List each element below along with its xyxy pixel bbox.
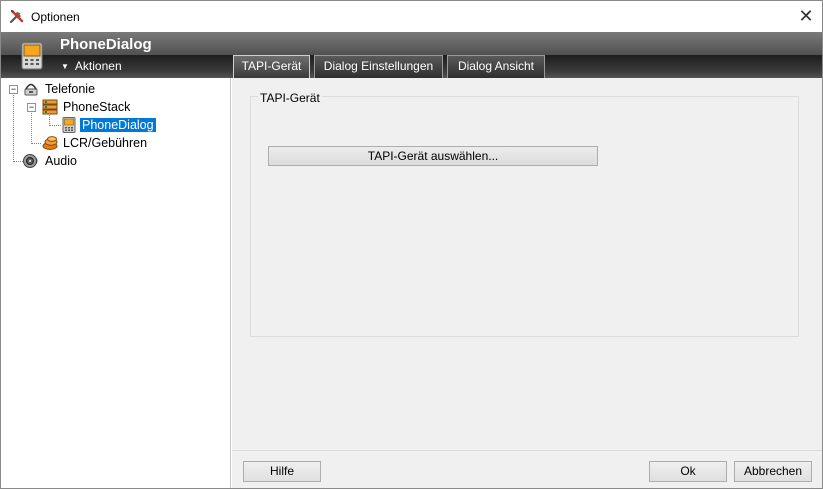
groupbox-title: TAPI-Gerät — [258, 91, 322, 105]
phonedialog-app-icon — [21, 42, 43, 70]
tree-item-label: Telefonie — [45, 82, 96, 96]
tree-item-telefonie[interactable]: Telefonie — [43, 81, 97, 97]
tree-item-label: LCR/Gebühren — [63, 136, 148, 150]
expand-toggle-phonestack[interactable]: − — [27, 103, 36, 112]
phonedialog-icon — [62, 117, 76, 133]
phonestack-icon — [42, 99, 58, 115]
actions-menu[interactable]: ▼ Aktionen — [61, 59, 122, 73]
tree-item-audio[interactable]: Audio — [43, 153, 79, 169]
speaker-icon — [23, 154, 38, 168]
options-window: Optionen ✕ PhoneDialog ▼ Aktionen TAPI-Ge… — [0, 0, 823, 489]
tapi-groupbox — [250, 96, 799, 337]
actions-label: Aktionen — [74, 59, 122, 73]
tree-item-label: PhoneStack — [63, 100, 131, 114]
tools-icon — [9, 9, 24, 24]
tree-line — [49, 125, 61, 126]
expand-toggle-telefonie[interactable]: − — [9, 85, 18, 94]
app-title: PhoneDialog — [60, 36, 152, 53]
tab-tapi-geraet[interactable]: TAPI-Gerät — [233, 55, 310, 78]
tab-label: Dialog Ansicht — [457, 59, 535, 73]
ok-button[interactable]: Ok — [649, 461, 727, 482]
tab-label: Dialog Einstellungen — [323, 59, 434, 73]
app-header: PhoneDialog ▼ Aktionen TAPI-Gerät Dialog … — [1, 32, 822, 78]
close-icon: ✕ — [798, 6, 814, 26]
help-button[interactable]: Hilfe — [243, 461, 321, 482]
telephone-icon — [24, 83, 38, 96]
tree-item-label: PhoneDialog — [80, 118, 156, 132]
navigation-tree: − Telefonie − PhoneStack PhoneDialog LCR… — [2, 78, 231, 488]
cancel-button[interactable]: Abbrechen — [734, 461, 812, 482]
tab-content-tapi: TAPI-Gerät TAPI-Gerät auswählen... — [232, 78, 822, 450]
tab-dialog-ansicht[interactable]: Dialog Ansicht — [447, 55, 545, 78]
tab-label: TAPI-Gerät — [241, 59, 302, 73]
tree-item-label: Audio — [45, 154, 77, 168]
tree-line — [13, 161, 23, 162]
tree-item-phonedialog[interactable]: PhoneDialog — [80, 117, 156, 133]
window-title: Optionen — [31, 10, 80, 24]
dropdown-arrow-icon: ▼ — [61, 62, 69, 71]
close-button[interactable]: ✕ — [794, 4, 818, 28]
tree-item-phonestack[interactable]: PhoneStack — [61, 99, 132, 115]
button-bar: Hilfe Ok Abbrechen — [232, 450, 822, 488]
coins-icon — [42, 136, 58, 150]
select-tapi-device-button[interactable]: TAPI-Gerät auswählen... — [268, 146, 598, 166]
tree-line — [31, 143, 41, 144]
tab-dialog-einstellungen[interactable]: Dialog Einstellungen — [314, 55, 443, 78]
tree-line — [13, 92, 14, 162]
title-bar: Optionen ✕ — [1, 1, 822, 32]
tree-line — [31, 110, 32, 144]
tree-item-lcr-gebuehren[interactable]: LCR/Gebühren — [61, 135, 149, 151]
